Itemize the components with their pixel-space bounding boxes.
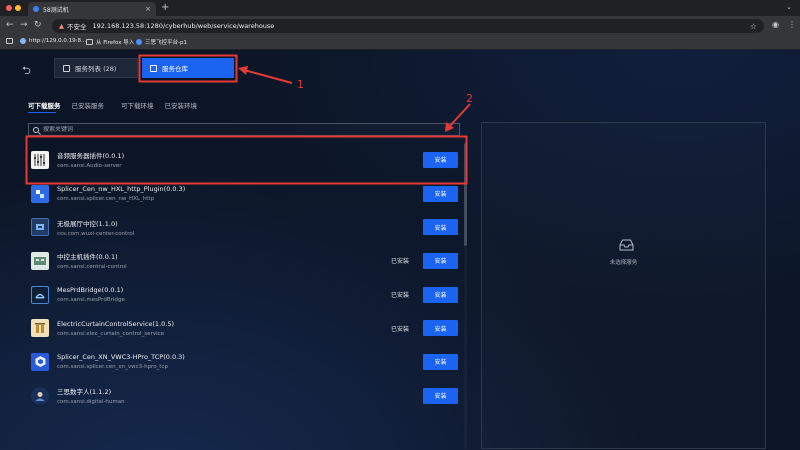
service-list: 音频服务器插件(0.0.1) com.sansi.Audio-server 安装 … [28,143,460,413]
list-scrollbar[interactable] [464,143,467,449]
list-item[interactable]: MesPrdBridge(0.0.1) com.sansi.mesPrdBridg… [28,278,460,312]
audio-mixer-icon [31,150,49,169]
digital-human-icon [31,386,49,405]
service-package: com.sansi.digital-human [57,399,125,406]
search-input[interactable] [43,126,459,133]
tab-search-chevron-icon[interactable]: ⌄ [786,3,792,11]
install-button[interactable]: 安装 [423,353,458,370]
empty-inbox-icon [619,239,634,251]
back-arrow-icon[interactable]: ← [6,20,14,31]
bookmark-label: 三思飞控平台-p1 [145,40,187,46]
list-item[interactable]: Splicer_Cen_nw_HXL_http_Plugin(0.0.3)com… [28,177,460,211]
subtab-downloadable-env[interactable]: 可下载环境 [121,100,154,110]
bookmark-label: 从 Firefox 导入 [96,40,135,46]
bookmark-item[interactable]: 三思飞控平台-p1 [136,38,187,46]
tab-close-icon[interactable]: × [145,5,151,13]
annotation-label-2: 2 [466,92,473,105]
security-label[interactable]: 不安全 [67,21,87,31]
install-button[interactable]: 安装 [423,219,458,236]
folder-icon [86,39,93,45]
tab-title: 58测试机 [43,6,69,14]
service-name: Splicer_Cen_nw_HXL_http_Plugin(0.0.3) [57,185,186,194]
minimize-window-button[interactable] [15,5,21,11]
installed-badge: 已安装 [391,325,410,333]
active-tab-indicator [28,112,56,113]
app-content: ⮌ 服务列表 (28) 服务仓库 可下载服务 已安装服务 可下载环境 已安装环境… [0,50,800,450]
splicer-icon [31,184,49,203]
list-item[interactable]: 中控主机插件(0.0.1) com.sansi.central-control 已… [28,244,460,278]
service-package: ccs.com.wuxi-center-control [57,230,135,237]
install-button[interactable]: 安装 [423,151,458,168]
empty-state-text: 未选择服务 [609,260,638,266]
bookmark-star-icon[interactable]: ☆ [750,22,757,31]
scrollbar-thumb[interactable] [464,143,467,246]
service-detail-panel: 未选择服务 [481,122,766,449]
tab-label: 服务列表 (28) [75,65,117,73]
list-item[interactable]: 音频服务器插件(0.0.1) com.sansi.Audio-server 安装 [28,143,460,177]
service-package: com.sansi.splicer.cen_nw_HXL_http [57,196,155,203]
forward-arrow-icon[interactable]: → [20,20,28,31]
service-name: Splicer_Cen_XN_VWC3-HPro_TCP(0.0.3) [57,353,185,362]
address-bar[interactable]: ▲ 不安全 192.168.123.58:1280/cyberhub/web/s… [52,19,764,33]
installed-badge: 已安装 [391,258,410,266]
new-tab-button[interactable]: + [161,2,169,14]
service-name: 三思数字人(1.1.2) [57,388,112,397]
list-item[interactable]: ElectricCurtainControlService(1.0.5) com.… [28,311,460,345]
bookmark-item[interactable]: 从 Firefox 导入 [86,38,134,46]
list-item[interactable]: 无极展厅中控(1.1.0) ccs.com.wuxi-center-control… [28,210,460,244]
globe-icon [20,38,26,44]
bridge-icon [31,285,49,304]
install-button[interactable]: 安装 [423,185,458,202]
list-icon [63,64,70,72]
subtab-downloadable-services[interactable]: 可下载服务 [28,100,61,110]
bookmarks-bar: http://129.0.0.19:8... 从 Firefox 导入 三思飞控… [0,36,800,50]
back-icon[interactable]: ⮌ [22,62,31,81]
warning-icon: ▲ [59,22,64,30]
tab-service-warehouse[interactable]: 服务仓库 [142,58,234,78]
apps-folder-icon[interactable] [6,38,16,44]
service-package: com.sansi.splicer.cen_xn_vwc3-hpro_tcp [57,364,168,371]
close-window-button[interactable] [6,5,12,11]
installed-badge: 已安装 [391,292,410,300]
control-center-icon [31,218,49,237]
install-button[interactable]: 安装 [423,387,458,404]
service-name: 音频服务器插件(0.0.1) [57,152,125,161]
curtain-icon [31,319,49,338]
hexagon-icon [31,352,49,371]
favicon-icon [33,6,39,12]
list-item[interactable]: Splicer_Cen_XN_VWC3-HPro_TCP(0.0.3) com.s… [28,345,460,379]
install-button[interactable]: 安装 [423,252,458,269]
url-text[interactable]: 192.168.123.58:1280/cyberhub/web/service… [93,22,750,30]
bookmark-item[interactable]: http://129.0.0.19:8... [20,38,86,44]
sub-tabs: 可下载服务 已安装服务 可下载环境 已安装环境 [28,100,208,110]
install-button[interactable]: 安装 [423,320,458,337]
install-button[interactable]: 安装 [423,286,458,303]
menu-kebab-icon[interactable]: ⋮ [788,20,796,29]
bookmark-label: http://129.0.0.19:8... [29,38,87,44]
annotation-label-1: 1 [297,78,304,91]
reload-icon[interactable]: ↻ [34,20,42,31]
tab-label: 服务仓库 [162,65,188,73]
site-icon [136,39,142,45]
browser-toolbar: ← → ↻ ▲ 不安全 192.168.123.58:1280/cyberhub… [0,16,800,36]
central-host-icon [31,251,49,270]
list-item[interactable]: 三思数字人(1.1.2) com.sansi.digital-human 安装 [28,379,460,413]
search-box[interactable] [28,123,460,136]
browser-tab[interactable]: 58测试机 × [28,2,156,16]
search-icon [33,126,39,133]
service-name: 无极展厅中控(1.1.0) [57,219,118,228]
subtab-installed-env[interactable]: 已安装环境 [165,100,198,110]
warehouse-icon [150,64,157,72]
tab-service-list[interactable]: 服务列表 (28) [54,58,138,78]
profile-icon[interactable]: ◉ [772,20,779,29]
service-package: com.sansi.Audio-server [57,163,122,170]
subtab-installed-services[interactable]: 已安装服务 [72,100,105,110]
browser-tabstrip: 58测试机 × + ⌄ [0,0,800,16]
